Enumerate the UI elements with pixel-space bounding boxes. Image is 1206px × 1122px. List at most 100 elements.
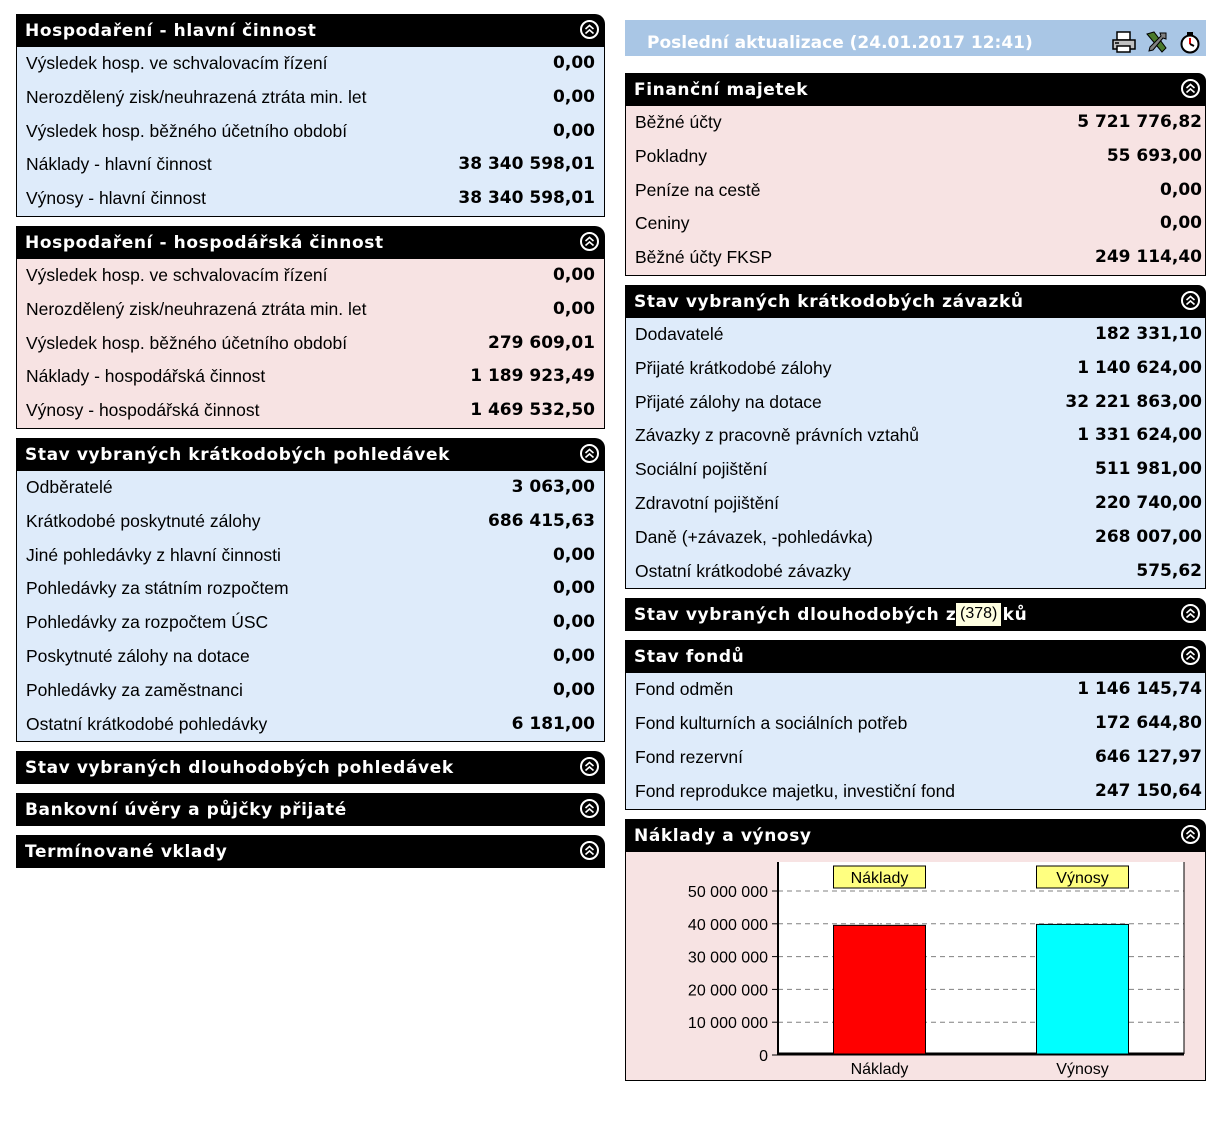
row-value: 249 114,40: [1094, 247, 1202, 268]
row-label: Fond reprodukce majetku, investiční fond: [635, 780, 956, 801]
row-label: Pokladny: [635, 145, 707, 166]
bar-vynosy[interactable]: [1036, 923, 1129, 1055]
collapse-icon[interactable]: [1181, 79, 1200, 98]
row-value: 0,00: [553, 264, 595, 285]
collapse-icon[interactable]: [580, 443, 599, 463]
y-tick-label: 30 000 000: [688, 949, 768, 966]
collapse-icon[interactable]: [580, 757, 599, 777]
panel-title: Finanční majetek: [634, 80, 809, 100]
timer-icon[interactable]: [1177, 26, 1204, 54]
row-label: Krátkodobé poskytnuté zálohy: [26, 510, 261, 531]
row-value: 172 644,80: [1094, 713, 1202, 734]
table-row: Přijaté krátkodobé zálohy 1 140 624,00: [626, 352, 1205, 386]
row-value: 686 415,63: [487, 510, 595, 531]
row-value: 0,00: [553, 544, 595, 565]
tools-icon[interactable]: [1144, 26, 1171, 53]
tooltip: (378): [955, 602, 1003, 627]
row-label: Poskytnuté zálohy na dotace: [26, 645, 250, 666]
row-label: Ceniny: [635, 213, 690, 234]
row-label: Dodavatelé: [635, 323, 724, 344]
table-row: Pokladny 55 693,00: [626, 140, 1205, 174]
table-row: Náklady - hospodářská činnost 1 189 923,4…: [17, 360, 604, 394]
row-value: 38 340 598,01: [458, 188, 595, 209]
row-value: 220 740,00: [1094, 492, 1202, 513]
y-tick-label: 10 000 000: [688, 1015, 768, 1032]
collapse-icon[interactable]: [580, 799, 599, 819]
print-icon[interactable]: [1111, 26, 1138, 53]
row-label: Pohledávky za státním rozpočtem: [26, 578, 289, 599]
row-value: 0,00: [553, 298, 595, 319]
table-row: Náklady - hlavní činnost 38 340 598,01: [17, 148, 604, 182]
table-row: Přijaté zálohy na dotace 32 221 863,00: [626, 386, 1205, 420]
panel-header: Bankovní úvěry a půjčky přijaté: [16, 793, 605, 827]
y-tick-label: 0: [759, 1048, 768, 1065]
panel-hospodareni-hospodarska-cinnost: Hospodaření - hospodářská činnost Výslede…: [16, 225, 605, 429]
table-row: Pohledávky za rozpočtem ÚSC 0,00: [17, 606, 604, 640]
collapse-icon[interactable]: [580, 231, 599, 251]
bar-chart: 0 10 000 000 20 000 000 30 000 000 40 000 00…: [688, 861, 1185, 1078]
table-row: Výnosy - hlavní činnost 38 340 598,01: [17, 182, 604, 216]
row-value: 0,00: [553, 578, 595, 599]
row-value: 1 189 923,49: [470, 366, 595, 387]
row-label: Přijaté zálohy na dotace: [635, 391, 822, 412]
x-tick-label: Výnosy: [1056, 1061, 1108, 1078]
row-value: 511 981,00: [1094, 459, 1202, 480]
row-label: Daně (+závazek, -pohledávka): [635, 526, 873, 547]
row-label: Fond odměn: [635, 679, 734, 700]
table-row: Jiné pohledávky z hlavní činnosti 0,00: [17, 539, 604, 573]
row-value: 0,00: [553, 120, 595, 141]
panel-stav-vybranych-dlouhodobych-pohledavek: Stav vybraných dlouhodobých pohledávek: [16, 751, 605, 785]
row-value: 182 331,10: [1094, 323, 1202, 344]
panel-body: Odběratelé 3 063,00 Krátkodobé poskytnuté …: [16, 470, 605, 743]
collapse-icon[interactable]: [1181, 824, 1200, 844]
panel-header: Stav vybraných dlouhodobých závazků: [625, 598, 1206, 632]
panel-header: Termínované vklady: [16, 835, 605, 869]
panel-header: Náklady a výnosy: [625, 818, 1206, 852]
bar-naklady[interactable]: [833, 924, 926, 1055]
panel-title: Bankovní úvěry a půjčky přijaté: [25, 800, 347, 821]
y-tick-label: 50 000 000: [688, 884, 768, 901]
row-label: Výsledek hosp. běžného účetního období: [26, 332, 348, 353]
row-label: Jiné pohledávky z hlavní činnosti: [26, 544, 281, 565]
bar-data-label: Náklady: [851, 870, 909, 887]
table-row: Výsledek hosp. ve schvalovacím řízení 0,0…: [17, 259, 604, 293]
collapse-icon[interactable]: [1181, 646, 1200, 666]
panel-stav-fondu: Stav fondů Fond odměn 1 146 145,74 Fond kul…: [625, 640, 1206, 810]
table-row: Běžné účty 5 721 776,82: [626, 106, 1205, 140]
collapse-icon[interactable]: [1181, 604, 1200, 624]
row-label: Výsledek hosp. ve schvalovacím řízení: [26, 264, 328, 285]
collapse-icon[interactable]: [580, 841, 599, 861]
row-label: Náklady - hlavní činnost: [26, 154, 212, 175]
row-value: 38 340 598,01: [458, 154, 595, 175]
row-value: 5 721 776,82: [1077, 112, 1202, 132]
panel-stav-vybranych-kratkodobych-pohledavek: Stav vybraných krátkodobých pohledávek Od…: [16, 437, 605, 743]
row-value: 6 181,00: [511, 713, 595, 734]
row-label: Běžné účty FKSP: [635, 247, 773, 268]
row-label: Ostatní krátkodobé pohledávky: [26, 713, 268, 734]
table-row: Fond reprodukce majetku, investiční fond…: [626, 775, 1205, 809]
table-row: Krátkodobé poskytnuté zálohy 686 415,63: [17, 505, 604, 539]
panel-header: Hospodaření - hospodářská činnost: [16, 225, 605, 259]
row-value: 3 063,00: [511, 476, 595, 497]
table-row: Dodavatelé 182 331,10: [626, 318, 1205, 352]
table-row: Pohledávky za zaměstnanci 0,00: [17, 674, 604, 708]
row-label: Nerozdělený zisk/neuhrazená ztráta min. …: [26, 86, 367, 107]
row-value: 0,00: [553, 612, 595, 633]
panel-body: Výsledek hosp. ve schvalovacím řízení 0,0…: [16, 47, 605, 217]
table-row: Peníze na cestě 0,00: [626, 174, 1205, 208]
panel-stav-vybranych-kratkodobych-zavazku: Stav vybraných krátkodobých závazků Dodav…: [625, 284, 1206, 590]
table-row: Výsledek hosp. běžného účetního období 0,…: [17, 115, 604, 149]
table-row: Fond rezervní 646 127,97: [626, 741, 1205, 775]
collapse-icon[interactable]: [1181, 290, 1200, 310]
panel-terminovane-vklady: Termínované vklady: [16, 835, 605, 869]
table-row: Odběratelé 3 063,00: [17, 471, 604, 505]
table-row: Výnosy - hospodářská činnost 1 469 532,50: [17, 394, 604, 428]
panel-financni-majetek: Finanční majetek Běžné účty 5 721 776,82 Po…: [625, 73, 1206, 276]
row-value: 0,00: [1160, 213, 1202, 234]
collapse-icon[interactable]: [580, 20, 599, 39]
toolbar: [1111, 26, 1204, 54]
panel-stav-vybranych-dlouhodobych-zavazku: Stav vybraných dlouhodobých závazků: [625, 598, 1206, 632]
panel-bankovni-uvery-a-pujcky-prijate: Bankovní úvěry a půjčky přijaté: [16, 793, 605, 827]
panel-costs-revenues: Náklady a výnosy 0 10 000 000 20 000 000 30…: [625, 818, 1206, 1081]
table-row: Běžné účty FKSP 249 114,40: [626, 241, 1205, 275]
